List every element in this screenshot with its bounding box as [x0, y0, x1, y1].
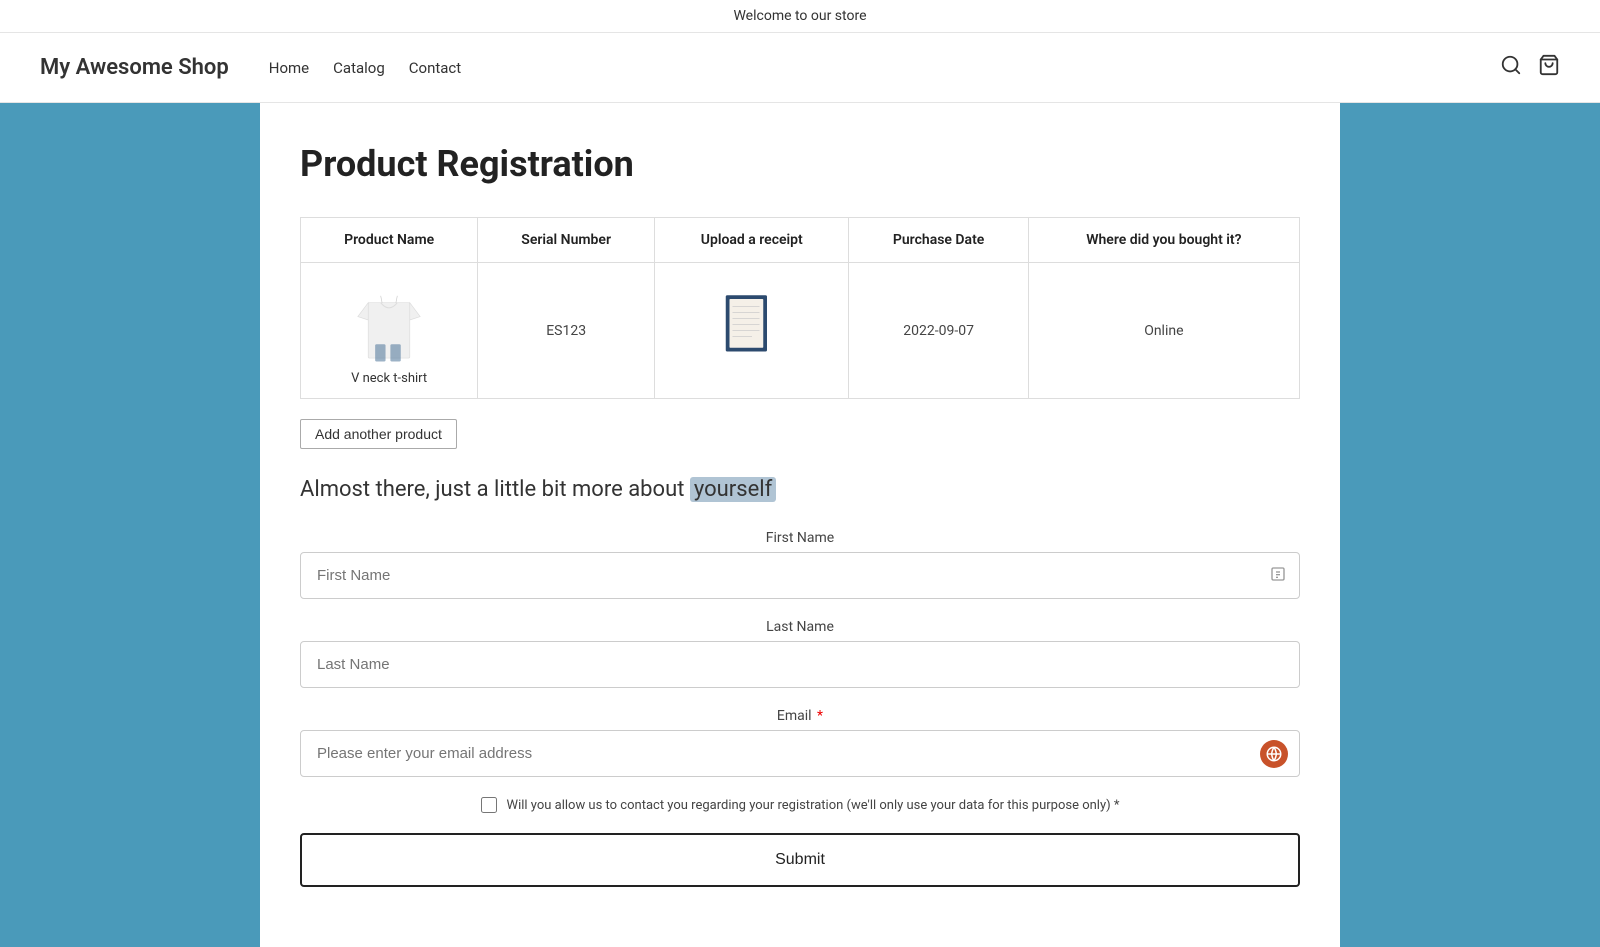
product-tshirt-image	[354, 275, 424, 365]
store-banner: Welcome to our store	[0, 0, 1600, 33]
search-icon[interactable]	[1500, 54, 1522, 81]
main-content: Product Registration Product Name Serial…	[260, 103, 1340, 947]
last-name-wrapper	[300, 641, 1300, 688]
col-purchase-date: Purchase Date	[849, 218, 1028, 263]
email-browser-icon	[1260, 740, 1288, 768]
banner-text: Welcome to our store	[733, 8, 866, 24]
page-title: Product Registration	[300, 143, 1300, 185]
last-name-input[interactable]	[300, 641, 1300, 688]
serial-number-cell: ES123	[478, 263, 655, 399]
email-wrapper	[300, 730, 1300, 777]
subtitle-prefix: Almost there, just a little bit more abo…	[300, 477, 690, 502]
submit-button[interactable]: Submit	[300, 833, 1300, 887]
email-input[interactable]	[300, 730, 1300, 777]
first-name-label: First Name	[300, 530, 1300, 546]
product-name-cell: V neck t-shirt	[301, 263, 478, 399]
col-product-name: Product Name	[301, 218, 478, 263]
section-subtitle: Almost there, just a little bit more abo…	[300, 477, 1300, 502]
col-where-bought: Where did you bought it?	[1028, 218, 1299, 263]
receipt-cell	[655, 263, 849, 399]
last-name-group: Last Name	[300, 619, 1300, 688]
table-row: V neck t-shirt ES123	[301, 263, 1300, 399]
purchase-date-cell: 2022-09-07	[849, 263, 1028, 399]
receipt-image	[722, 289, 782, 369]
consent-checkbox[interactable]	[481, 797, 497, 813]
first-name-group: First Name	[300, 530, 1300, 599]
consent-checkbox-row: Will you allow us to contact you regardi…	[300, 797, 1300, 813]
nav-catalog[interactable]: Catalog	[333, 59, 385, 77]
first-name-input[interactable]	[300, 552, 1300, 599]
add-product-button[interactable]: Add another product	[300, 419, 457, 449]
email-group: Email *	[300, 708, 1300, 777]
email-label: Email *	[300, 708, 1300, 724]
first-name-icon	[1270, 566, 1286, 586]
cart-icon[interactable]	[1538, 54, 1560, 81]
nav-links: Home Catalog Contact	[269, 59, 1500, 77]
nav-home[interactable]: Home	[269, 59, 309, 77]
nav-contact[interactable]: Contact	[409, 59, 461, 77]
store-brand[interactable]: My Awesome Shop	[40, 55, 229, 80]
col-upload-receipt: Upload a receipt	[655, 218, 849, 263]
where-bought-cell: Online	[1028, 263, 1299, 399]
last-name-label: Last Name	[300, 619, 1300, 635]
subtitle-highlight: yourself	[690, 477, 776, 502]
consent-label: Will you allow us to contact you regardi…	[507, 798, 1120, 813]
navbar-icons	[1500, 54, 1560, 81]
first-name-wrapper	[300, 552, 1300, 599]
col-serial-number: Serial Number	[478, 218, 655, 263]
product-table: Product Name Serial Number Upload a rece…	[300, 217, 1300, 399]
product-name-label: V neck t-shirt	[351, 371, 427, 386]
navbar: My Awesome Shop Home Catalog Contact	[0, 33, 1600, 103]
